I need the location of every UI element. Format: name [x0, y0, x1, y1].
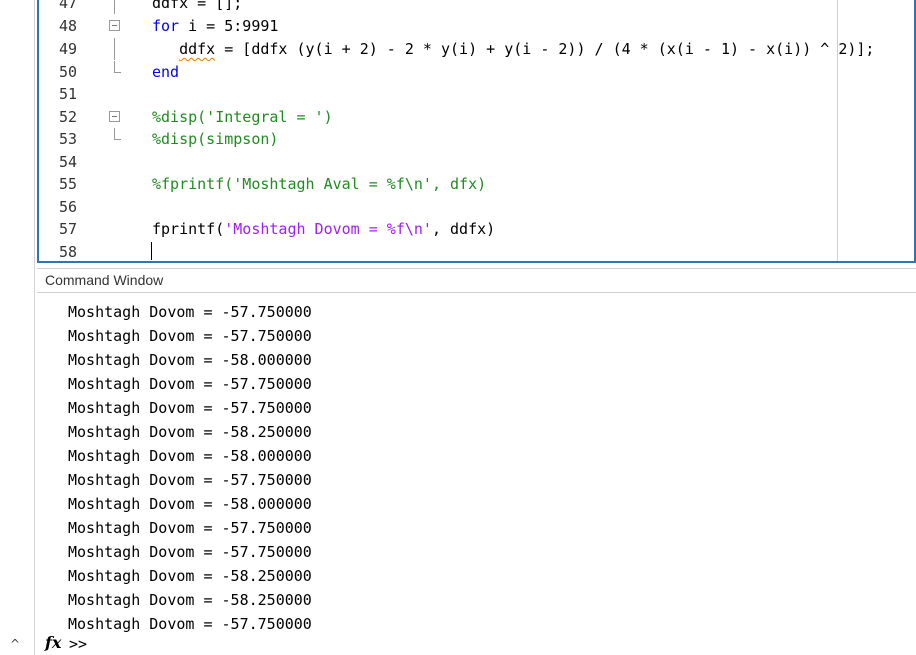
output-line: Moshtagh Dovom = -58.000000: [68, 447, 312, 465]
code-token: %disp('Integral = '): [152, 108, 333, 126]
fold-end-marker: [114, 128, 121, 140]
code-token: ddfx: [179, 40, 216, 58]
code-text[interactable]: end: [152, 61, 179, 83]
code-token: fprintf(: [152, 220, 225, 238]
fold-collapse-icon[interactable]: [109, 20, 120, 31]
line-number: 58: [58, 243, 78, 261]
code-line[interactable]: 47 ddfx = [];: [39, 0, 914, 14]
line-number: 49: [58, 40, 78, 58]
output-line: Moshtagh Dovom = -58.250000: [68, 567, 312, 585]
code-text[interactable]: for i = 5:9991: [152, 15, 278, 37]
output-line: Moshtagh Dovom = -58.250000: [68, 423, 312, 441]
line-number: 53: [58, 130, 78, 148]
command-prompt[interactable]: >>: [69, 635, 87, 653]
code-token: , ddfx): [431, 220, 496, 238]
fold-collapse-icon[interactable]: [109, 111, 120, 122]
code-token: i = 5:9991: [179, 17, 279, 35]
code-line[interactable]: 57 fprintf('Moshtagh Dovom = %f\n', ddfx): [39, 218, 914, 240]
output-line: Moshtagh Dovom = -57.750000: [68, 543, 312, 561]
code-token: %disp(simpson): [152, 130, 279, 148]
code-token: ddfx = [];: [152, 0, 243, 12]
output-line: Moshtagh Dovom = -58.250000: [68, 591, 312, 609]
line-number: 57: [58, 220, 78, 238]
code-editor[interactable]: 47 ddfx = []; 48 for i = 5:9991 49 ddfx = [d…: [37, 0, 916, 263]
line-number: 55: [58, 175, 78, 193]
command-window[interactable]: Moshtagh Dovom = -57.750000 Moshtagh Dovo…: [37, 293, 916, 655]
output-line: Moshtagh Dovom = -58.000000: [68, 351, 312, 369]
command-prompt-row[interactable]: fx >>: [37, 631, 916, 655]
line-number: 54: [58, 153, 78, 171]
code-line[interactable]: 51: [39, 83, 914, 105]
code-line[interactable]: 55 %fprintf('Moshtagh Aval = %f\n', dfx): [39, 173, 914, 195]
code-text[interactable]: %disp(simpson): [152, 128, 278, 150]
line-number: 50: [58, 63, 78, 81]
code-line[interactable]: 58: [39, 241, 914, 261]
line-number: 52: [58, 108, 78, 126]
output-line: Moshtagh Dovom = -57.750000: [68, 375, 312, 393]
code-token: = [ddfx (y(i + 2) - 2 * y(i) + y(i - 2))…: [215, 40, 875, 58]
fold-guide-line: [114, 38, 115, 60]
output-line: Moshtagh Dovom = -57.750000: [68, 471, 312, 489]
line-number: 47: [58, 0, 78, 12]
code-text[interactable]: fprintf('Moshtagh Dovom = %f\n', ddfx): [152, 218, 495, 240]
code-line[interactable]: 52 %disp('Integral = '): [39, 106, 914, 128]
code-line[interactable]: 49 ddfx = [ddfx (y(i + 2) - 2 * y(i) + y…: [39, 38, 914, 60]
chevron-up-icon[interactable]: ^: [7, 636, 23, 652]
code-text[interactable]: ddfx = [ddfx (y(i + 2) - 2 * y(i) + y(i …: [152, 38, 874, 60]
fx-function-browser-icon[interactable]: fx: [45, 633, 61, 652]
code-line[interactable]: 56: [39, 196, 914, 218]
command-window-header[interactable]: Command Window: [37, 268, 916, 293]
code-line[interactable]: 54: [39, 151, 914, 173]
code-token: end: [152, 63, 180, 81]
line-number: 51: [58, 85, 78, 103]
output-line: Moshtagh Dovom = -57.750000: [68, 399, 312, 417]
output-line: Moshtagh Dovom = -57.750000: [68, 519, 312, 537]
code-line[interactable]: 50 end: [39, 61, 914, 83]
code-token: for: [152, 17, 180, 35]
output-line: Moshtagh Dovom = -57.750000: [68, 327, 312, 345]
fold-guide-line: [114, 0, 115, 14]
code-text[interactable]: %fprintf('Moshtagh Aval = %f\n', dfx): [152, 173, 486, 195]
line-number: 48: [58, 17, 78, 35]
left-panel-strip: ^: [0, 0, 35, 655]
fold-end-marker: [114, 61, 121, 73]
line-number: 56: [58, 198, 78, 216]
code-text[interactable]: %disp('Integral = '): [152, 106, 333, 128]
text-caret: [151, 242, 152, 260]
code-token: %fprintf('Moshtagh Aval = %f\n', dfx): [152, 175, 487, 193]
code-token: 'Moshtagh Dovom = %f\n': [224, 220, 432, 238]
output-line: Moshtagh Dovom = -58.000000: [68, 495, 312, 513]
code-line[interactable]: 53 %disp(simpson): [39, 128, 914, 150]
code-line[interactable]: 48 for i = 5:9991: [39, 15, 914, 37]
code-text[interactable]: ddfx = [];: [152, 0, 242, 14]
output-line: Moshtagh Dovom = -57.750000: [68, 303, 312, 321]
command-window-title: Command Window: [45, 272, 164, 288]
